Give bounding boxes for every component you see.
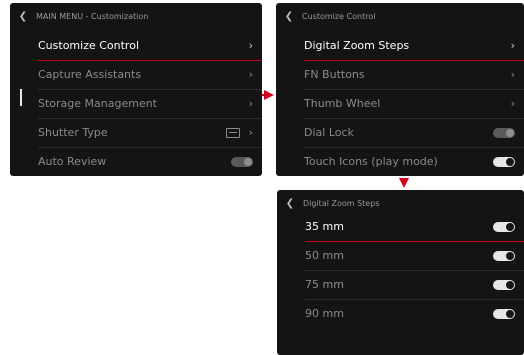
zoom-step-35mm[interactable]: 35 mm: [277, 212, 524, 241]
chevron-left-icon[interactable]: ❮: [277, 198, 303, 209]
menu-item-label: Dial Lock: [304, 126, 354, 139]
menu-item-customize-control[interactable]: Customize Control ›: [10, 31, 262, 60]
menu-item-capture-assistants[interactable]: Capture Assistants ›: [10, 60, 262, 89]
chevron-right-icon: ›: [510, 39, 515, 52]
menu-item-label: Auto Review: [38, 155, 107, 168]
menu-item-auto-review[interactable]: Auto Review: [10, 147, 262, 176]
shutter-type-icon: [226, 127, 240, 138]
red-arrow-down-icon: [399, 178, 409, 188]
main-menu-screen: ❮ MAIN MENU - Customization Customize Co…: [10, 3, 262, 176]
zoom-step-75mm[interactable]: 75 mm: [277, 270, 524, 299]
chevron-right-icon: ›: [510, 68, 515, 81]
zoom-step-50mm[interactable]: 50 mm: [277, 241, 524, 270]
chevron-right-icon: ›: [248, 39, 253, 52]
header-title: MAIN MENU - Customization: [36, 11, 149, 21]
header-title: Digital Zoom Steps: [303, 198, 380, 208]
auto-review-toggle[interactable]: [231, 156, 253, 167]
toggle-knob: [506, 251, 514, 260]
dial-lock-toggle[interactable]: [493, 127, 515, 138]
header-title: Customize Control: [302, 11, 376, 21]
menu-item-label: Storage Management: [38, 97, 157, 110]
menu-item-label: Thumb Wheel: [304, 97, 381, 110]
zoom-step-toggle[interactable]: [493, 279, 515, 290]
menu-item-label: Touch Icons (play mode): [304, 155, 438, 168]
menu-item-label: Capture Assistants: [38, 68, 142, 81]
chevron-right-icon: ›: [510, 97, 515, 110]
menu-item-shutter-type[interactable]: Shutter Type ›: [10, 118, 262, 147]
zoom-step-90mm[interactable]: 90 mm: [277, 299, 524, 328]
zoom-step-toggle[interactable]: [493, 250, 515, 261]
touch-icons-toggle[interactable]: [493, 156, 515, 167]
customize-control-screen: ❮ Customize Control Digital Zoom Steps ›…: [276, 3, 524, 176]
toggle-knob: [506, 157, 514, 166]
menu-item-thumb-wheel[interactable]: Thumb Wheel ›: [276, 89, 524, 118]
chevron-left-icon[interactable]: ❮: [276, 11, 302, 22]
zoom-step-label: 50 mm: [305, 249, 344, 262]
zoom-step-label: 35 mm: [305, 220, 344, 233]
zoom-step-toggle[interactable]: [493, 221, 515, 232]
chevron-right-icon: ›: [248, 68, 253, 81]
toggle-knob: [506, 222, 514, 231]
toggle-knob: [506, 128, 514, 137]
toggle-knob: [244, 157, 252, 166]
zoom-step-label: 75 mm: [305, 278, 344, 291]
menu-item-dial-lock[interactable]: Dial Lock: [276, 118, 524, 147]
menu-item-digital-zoom-steps[interactable]: Digital Zoom Steps ›: [276, 31, 524, 60]
zoom-step-toggle[interactable]: [493, 308, 515, 319]
toggle-knob: [506, 280, 514, 289]
screen-header: ❮ MAIN MENU - Customization: [10, 3, 262, 29]
screen-header: ❮ Customize Control: [276, 3, 524, 29]
menu-item-label: Shutter Type: [38, 126, 108, 139]
chevron-right-icon: ›: [248, 97, 253, 110]
chevron-left-icon[interactable]: ❮: [10, 11, 36, 22]
menu-item-label: Digital Zoom Steps: [304, 39, 410, 52]
menu-item-touch-icons[interactable]: Touch Icons (play mode): [276, 147, 524, 176]
menu-item-label: Customize Control: [38, 39, 139, 52]
menu-item-storage-management[interactable]: Storage Management ›: [10, 89, 262, 118]
toggle-knob: [506, 309, 514, 318]
menu-item-label: FN Buttons: [304, 68, 365, 81]
digital-zoom-steps-screen: ❮ Digital Zoom Steps 35 mm 50 mm 75 mm 9…: [277, 190, 524, 355]
chevron-right-icon: ›: [248, 126, 253, 139]
menu-item-fn-buttons[interactable]: FN Buttons ›: [276, 60, 524, 89]
red-arrow-right-icon: [262, 90, 274, 100]
zoom-step-label: 90 mm: [305, 307, 344, 320]
